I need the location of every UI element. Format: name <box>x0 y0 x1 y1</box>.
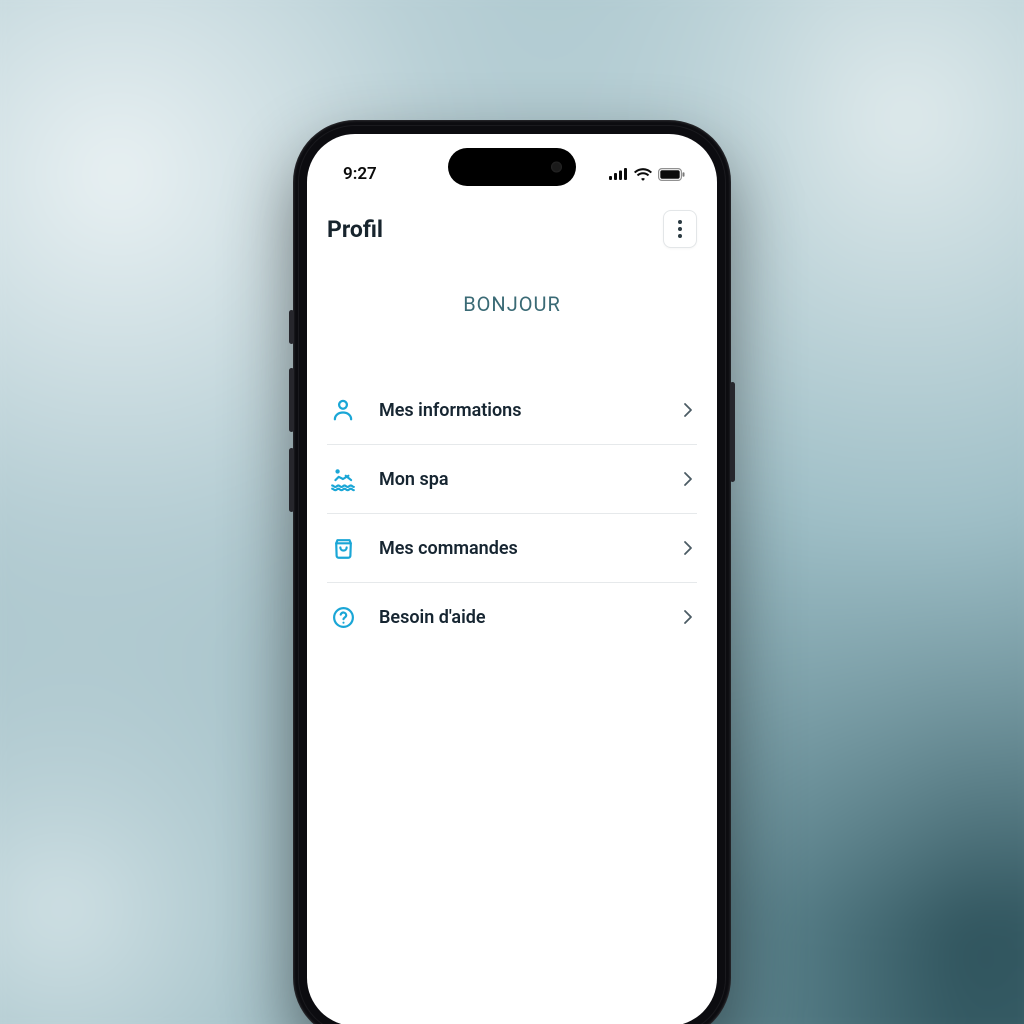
dynamic-island <box>448 148 576 186</box>
menu-item-help[interactable]: Besoin d'aide <box>327 583 697 651</box>
menu-item-my-info[interactable]: Mes informations <box>327 376 697 445</box>
menu-item-label: Mon spa <box>379 469 661 490</box>
help-circle-icon <box>329 603 357 631</box>
menu-item-label: Besoin d'aide <box>379 607 661 628</box>
cellular-icon <box>609 168 628 180</box>
app-content: Profil BONJOUR Mes informatio <box>307 204 717 1024</box>
volume-up-button <box>289 368 294 432</box>
greeting-label: BONJOUR <box>327 292 697 316</box>
menu-item-label: Mes informations <box>379 400 661 421</box>
shopping-bag-icon <box>329 534 357 562</box>
status-indicators <box>609 168 685 181</box>
chevron-right-icon <box>683 540 693 556</box>
profile-menu: Mes informations <box>327 376 697 651</box>
phone-screen: 9:27 <box>307 134 717 1024</box>
chevron-right-icon <box>683 471 693 487</box>
menu-item-my-orders[interactable]: Mes commandes <box>327 514 697 583</box>
chevron-right-icon <box>683 402 693 418</box>
chevron-right-icon <box>683 609 693 625</box>
phone-frame: 9:27 <box>293 120 731 1024</box>
power-button <box>730 382 735 482</box>
person-icon <box>329 396 357 424</box>
menu-item-my-spa[interactable]: Mon spa <box>327 445 697 514</box>
more-icon <box>678 220 682 224</box>
volume-down-button <box>289 448 294 512</box>
wifi-icon <box>634 168 652 181</box>
side-button <box>289 310 294 344</box>
app-header: Profil <box>327 204 697 248</box>
page-title: Profil <box>327 216 383 243</box>
battery-icon <box>658 168 685 181</box>
status-time: 9:27 <box>343 164 377 184</box>
pool-icon <box>329 465 357 493</box>
more-options-button[interactable] <box>663 210 697 248</box>
menu-item-label: Mes commandes <box>379 538 661 559</box>
